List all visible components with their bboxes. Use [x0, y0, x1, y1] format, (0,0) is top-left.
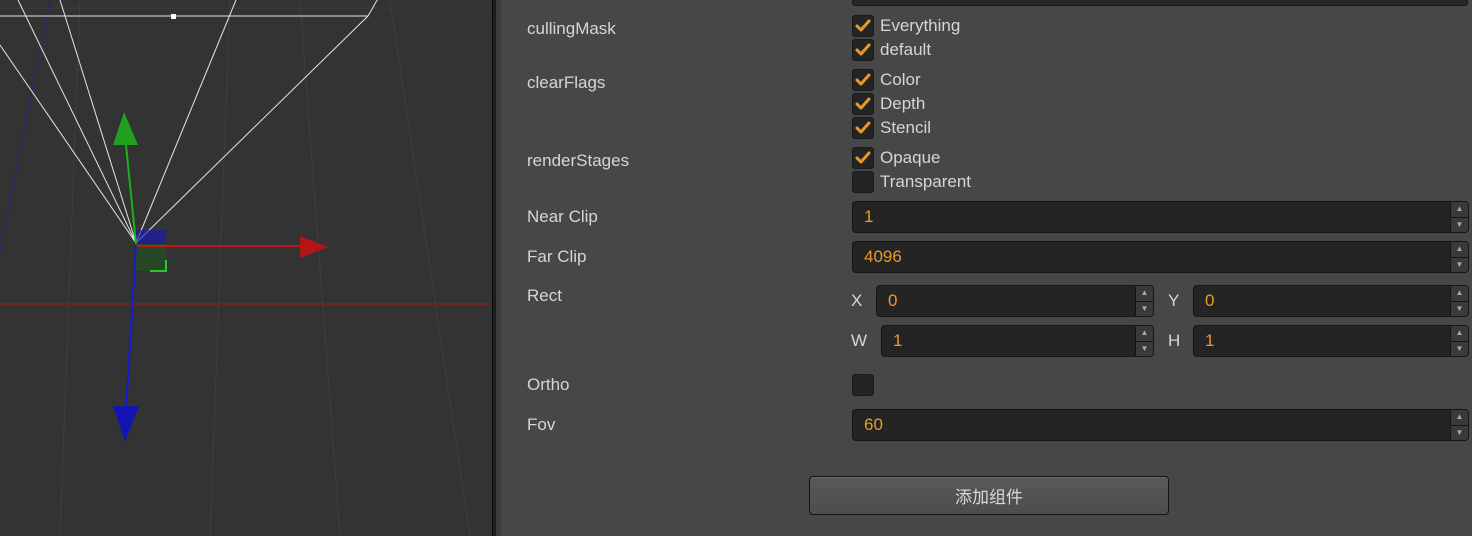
fov-input[interactable]: 60 ▲ ▼	[852, 409, 1469, 441]
move-gizmo-y-arrow	[125, 144, 137, 245]
panel-splitter[interactable]	[492, 0, 501, 536]
previous-property-field[interactable]	[852, 0, 1468, 6]
rect-y-label: Y	[1168, 291, 1180, 310]
check-icon	[855, 19, 871, 32]
move-gizmo-x-arrow-head	[300, 236, 328, 258]
culling-mask-default-option[interactable]: default	[852, 39, 931, 61]
near-clip-label: Near Clip	[527, 207, 598, 226]
spinner-up-icon[interactable]: ▲	[1136, 326, 1153, 342]
add-component-button[interactable]: 添加组件	[809, 476, 1169, 515]
rect-x-value: 0	[888, 291, 898, 310]
clear-flags-stencil-checkbox[interactable]	[852, 117, 874, 139]
spinner-down-icon[interactable]: ▼	[1451, 302, 1468, 317]
move-gizmo-z-arrow	[125, 245, 137, 411]
culling-mask-label: cullingMask	[527, 19, 616, 38]
render-stages-opaque-option[interactable]: Opaque	[852, 147, 941, 169]
grid-line	[299, 0, 341, 536]
culling-mask-default-text: default	[880, 40, 932, 59]
rect-label: Rect	[527, 286, 562, 305]
near-clip-value: 1	[864, 207, 874, 226]
grid-line	[59, 0, 81, 536]
render-stages-opaque-checkbox[interactable]	[852, 147, 874, 169]
culling-mask-everything-text: Everything	[880, 16, 961, 35]
far-clip-label: Far Clip	[527, 247, 587, 266]
fov-spinner[interactable]: ▲ ▼	[1450, 410, 1468, 440]
fov-label: Fov	[527, 415, 556, 434]
grid-z-axis-line	[0, 0, 51, 251]
rect-w-value: 1	[893, 331, 903, 350]
clear-flags-depth-option[interactable]: Depth	[852, 93, 925, 115]
spinner-down-icon[interactable]: ▼	[1136, 302, 1153, 317]
culling-mask-everything-checkbox[interactable]	[852, 15, 874, 37]
far-clip-value: 4096	[864, 247, 902, 266]
clear-flags-depth-text: Depth	[880, 94, 926, 113]
move-gizmo-y-arrow-head	[113, 112, 138, 145]
ortho-option[interactable]	[852, 374, 874, 396]
rect-y-spinner[interactable]: ▲ ▼	[1450, 286, 1468, 316]
near-clip-spinner[interactable]: ▲ ▼	[1450, 202, 1468, 232]
inspector-panel: cullingMask Everything default clearFlag…	[501, 0, 1472, 536]
move-gizmo-xy-plane	[136, 230, 166, 244]
ortho-checkbox[interactable]	[852, 374, 874, 396]
spinner-down-icon[interactable]: ▼	[1451, 258, 1468, 273]
spinner-up-icon[interactable]: ▲	[1451, 286, 1468, 302]
frustum-handle	[171, 14, 176, 19]
spinner-down-icon[interactable]: ▼	[1451, 218, 1468, 233]
fov-value: 60	[864, 415, 883, 434]
spinner-down-icon[interactable]: ▼	[1451, 426, 1468, 441]
near-clip-input[interactable]: 1 ▲ ▼	[852, 201, 1469, 233]
rect-w-label: W	[851, 331, 868, 350]
rect-y-input[interactable]: 0 ▲ ▼	[1193, 285, 1469, 317]
clear-flags-stencil-text: Stencil	[880, 118, 932, 137]
rect-w-input[interactable]: 1 ▲ ▼	[881, 325, 1154, 357]
render-stages-opaque-text: Opaque	[880, 148, 941, 167]
rect-y-value: 0	[1205, 291, 1215, 310]
check-icon	[855, 97, 871, 110]
culling-mask-everything-option[interactable]: Everything	[852, 15, 960, 37]
clear-flags-color-checkbox[interactable]	[852, 69, 874, 91]
render-stages-transparent-option[interactable]: Transparent	[852, 171, 971, 193]
check-icon	[855, 73, 871, 86]
clear-flags-stencil-option[interactable]: Stencil	[852, 117, 931, 139]
ortho-label: Ortho	[527, 375, 570, 394]
rect-x-spinner[interactable]: ▲ ▼	[1135, 286, 1153, 316]
check-icon	[855, 151, 871, 164]
rect-h-value: 1	[1205, 331, 1215, 350]
camera-frustum-wireframe	[0, 0, 378, 244]
grid-line	[389, 0, 471, 536]
scene-canvas[interactable]	[0, 0, 492, 536]
clear-flags-color-text: Color	[880, 70, 921, 89]
rect-h-spinner[interactable]: ▲ ▼	[1450, 326, 1468, 356]
spinner-up-icon[interactable]: ▲	[1451, 242, 1468, 258]
render-stages-label: renderStages	[527, 151, 630, 170]
spinner-down-icon[interactable]: ▼	[1136, 342, 1153, 357]
far-clip-spinner[interactable]: ▲ ▼	[1450, 242, 1468, 272]
rect-w-spinner[interactable]: ▲ ▼	[1135, 326, 1153, 356]
rect-x-label: X	[851, 291, 863, 310]
clear-flags-label: clearFlags	[527, 73, 606, 92]
spinner-up-icon[interactable]: ▲	[1451, 202, 1468, 218]
clear-flags-depth-checkbox[interactable]	[852, 93, 874, 115]
clear-flags-color-option[interactable]: Color	[852, 69, 921, 91]
far-clip-input[interactable]: 4096 ▲ ▼	[852, 241, 1469, 273]
rect-h-label: H	[1168, 331, 1181, 350]
move-gizmo-z-arrow-head	[113, 406, 139, 442]
render-stages-transparent-text: Transparent	[880, 172, 972, 191]
check-icon	[855, 121, 871, 134]
check-icon	[855, 43, 871, 56]
editor-window: cullingMask Everything default clearFlag…	[0, 0, 1472, 536]
spinner-up-icon[interactable]: ▲	[1451, 326, 1468, 342]
move-gizmo-xz-plane	[136, 244, 166, 271]
render-stages-transparent-checkbox[interactable]	[852, 171, 874, 193]
culling-mask-default-checkbox[interactable]	[852, 39, 874, 61]
rect-x-input[interactable]: 0 ▲ ▼	[876, 285, 1154, 317]
grid-line	[209, 0, 231, 536]
spinner-up-icon[interactable]: ▲	[1136, 286, 1153, 302]
spinner-down-icon[interactable]: ▼	[1451, 342, 1468, 357]
spinner-up-icon[interactable]: ▲	[1451, 410, 1468, 426]
rect-h-input[interactable]: 1 ▲ ▼	[1193, 325, 1469, 357]
scene-viewport[interactable]	[0, 0, 492, 536]
